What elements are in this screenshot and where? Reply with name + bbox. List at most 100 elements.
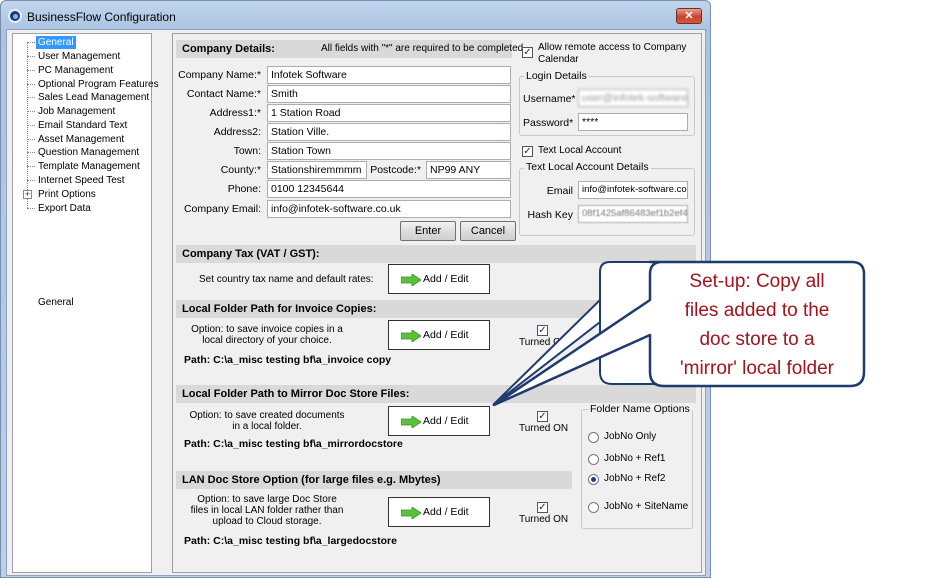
configuration-window: BusinessFlow Configuration ✕ General Use…: [0, 0, 711, 578]
mirror-doc-store-description: Option: to save created documents in a l…: [189, 410, 345, 432]
company-tax-add-edit-label: Add / Edit: [423, 273, 469, 285]
mirror-doc-store-header: Local Folder Path to Mirror Doc Store Fi…: [176, 385, 696, 403]
town-field[interactable]: Station Town: [267, 142, 511, 160]
green-arrow-icon: [401, 507, 421, 519]
lan-doc-store-title: LAN Doc Store Option (for large files e.…: [182, 474, 441, 486]
login-details-title: Login Details: [524, 70, 589, 82]
company-name-field[interactable]: Infotek Software: [267, 66, 511, 84]
address1-label: Address1:*: [209, 107, 261, 119]
text-local-account-label: Text Local Account: [538, 145, 622, 156]
address2-field[interactable]: Station Ville.: [267, 123, 511, 141]
text-local-details-title: Text Local Account Details: [524, 161, 651, 173]
tree-connector: [27, 180, 35, 181]
tree-item-user-management[interactable]: User Management: [38, 50, 120, 63]
tree-connector: [27, 166, 35, 167]
tree-item-optional-program-features[interactable]: Optional Program Features: [38, 78, 159, 91]
county-field[interactable]: Stationshiremmmm: [267, 161, 367, 179]
folder-option-jobno-sitename-radio[interactable]: [588, 502, 599, 513]
phone-label: Phone:: [227, 183, 261, 195]
enter-button[interactable]: Enter: [400, 221, 456, 241]
tree-item-email-standard-text[interactable]: Email Standard Text: [38, 119, 127, 132]
title-bar[interactable]: BusinessFlow Configuration ✕: [1, 1, 710, 31]
tree-item-template-management[interactable]: Template Management: [38, 160, 140, 173]
tree-connector: [27, 208, 35, 209]
tree-item-general[interactable]: General: [36, 36, 76, 49]
tree-item-question-management[interactable]: Question Management: [38, 146, 139, 159]
username-field[interactable]: user@infotek-software: [578, 89, 688, 107]
tree-item-internet-speed-test[interactable]: Internet Speed Test: [38, 174, 125, 187]
hash-key-field[interactable]: 08f1425af86483ef1b2ef4: [578, 205, 688, 223]
tree-connector: [27, 97, 35, 98]
company-tax-description: Set country tax name and default rates:: [199, 274, 374, 285]
folder-option-jobno-ref1-label: JobNo + Ref1: [604, 453, 666, 464]
tree-connector: [27, 152, 35, 153]
contact-name-field[interactable]: Smith: [267, 85, 511, 103]
lan-doc-store-add-edit-label: Add / Edit: [423, 506, 469, 518]
expand-icon[interactable]: +: [23, 190, 32, 199]
green-arrow-icon: [401, 330, 421, 342]
folder-option-jobno-only-radio[interactable]: [588, 432, 599, 443]
mirror-doc-store-path: Path: C:\a_misc testing bf\a_mirrordocst…: [184, 438, 403, 450]
invoice-copies-turned-on-checkbox[interactable]: ✓: [537, 325, 548, 336]
phone-field[interactable]: 0100 12345644: [267, 180, 511, 198]
lan-doc-store-header: LAN Doc Store Option (for large files e.…: [176, 471, 572, 489]
lan-doc-store-path: Path: C:\a_misc testing bf\a_largedocsto…: [184, 535, 397, 547]
lan-doc-store-turned-on-checkbox[interactable]: ✓: [537, 502, 548, 513]
mirror-doc-store-add-edit-button[interactable]: Add / Edit: [388, 406, 490, 436]
password-label: Password*: [523, 117, 574, 129]
company-tax-header: Company Tax (VAT / GST):: [176, 245, 696, 263]
folder-option-jobno-ref2-label: JobNo + Ref2: [604, 473, 666, 484]
company-tax-add-edit-button[interactable]: Add / Edit: [388, 264, 490, 294]
folder-option-jobno-ref2-radio[interactable]: [588, 474, 599, 485]
text-local-email-field[interactable]: info@infotek-software.co.uk: [578, 181, 688, 199]
tree-item-export-data[interactable]: Export Data: [38, 202, 91, 215]
tree-item-job-management[interactable]: Job Management: [38, 105, 115, 118]
window-client-area: General User Management PC Management Op…: [6, 29, 706, 576]
folder-option-jobno-sitename-label: JobNo + SiteName: [604, 501, 689, 512]
app-logo-icon: [8, 9, 22, 23]
callout-line-1: Set-up: Copy all: [689, 271, 825, 292]
username-label: Username*: [523, 93, 576, 105]
mirror-doc-store-turned-on-checkbox[interactable]: ✓: [537, 411, 548, 422]
green-arrow-icon: [401, 416, 421, 428]
address1-field[interactable]: 1 Station Road: [267, 104, 511, 122]
mirror-doc-store-turned-on-label: Turned ON: [519, 423, 569, 434]
callout-line-4: 'mirror' local folder: [679, 358, 834, 379]
tree-connector: [27, 125, 35, 126]
green-arrow-icon: [401, 274, 421, 286]
folder-option-jobno-ref1-radio[interactable]: [588, 454, 599, 465]
tree-connector: [27, 70, 35, 71]
lan-doc-store-turned-on-label: Turned ON: [519, 514, 569, 525]
company-tax-title: Company Tax (VAT / GST):: [182, 248, 320, 260]
allow-remote-access-checkbox[interactable]: ✓: [522, 47, 533, 58]
tree-item-sales-lead-management[interactable]: Sales Lead Management: [38, 91, 149, 104]
tree-item-print-options[interactable]: Print Options: [38, 188, 96, 201]
invoice-copies-add-edit-button[interactable]: Add / Edit: [388, 320, 490, 350]
tree-connector: [27, 56, 35, 57]
company-email-field[interactable]: info@infotek-software.co.uk: [267, 200, 511, 218]
invoice-copies-add-edit-label: Add / Edit: [423, 329, 469, 341]
cancel-button[interactable]: Cancel: [460, 221, 516, 241]
tree-connector: [27, 42, 35, 43]
close-button[interactable]: ✕: [676, 8, 702, 24]
invoice-copies-header: Local Folder Path for Invoice Copies:: [176, 300, 696, 318]
tree-item-pc-management[interactable]: PC Management: [38, 64, 113, 77]
invoice-copies-description: Option: to save invoice copies in a loca…: [191, 324, 343, 346]
postcode-field[interactable]: NP99 ANY: [426, 161, 511, 179]
company-details-title: Company Details:: [182, 43, 275, 55]
required-fields-note: All fields with "*" are required to be c…: [321, 43, 524, 54]
folder-name-options-title: Folder Name Options: [588, 403, 692, 415]
postcode-label: Postcode:*: [370, 164, 421, 176]
allow-remote-access-label: Allow remote access to Company Calendar: [538, 42, 687, 65]
folder-option-jobno-only-label: JobNo Only: [604, 431, 657, 442]
county-label: County:*: [220, 164, 261, 176]
lan-doc-store-add-edit-button[interactable]: Add / Edit: [388, 497, 490, 527]
mirror-doc-store-title: Local Folder Path to Mirror Doc Store Fi…: [182, 388, 410, 400]
text-local-account-checkbox[interactable]: ✓: [522, 146, 533, 157]
tree-connector: [27, 84, 35, 85]
text-local-email-label: Email: [546, 185, 573, 197]
tree-item-asset-management[interactable]: Asset Management: [38, 133, 124, 146]
password-field[interactable]: ****: [578, 113, 688, 131]
callout-line-2: files added to the: [684, 300, 830, 321]
invoice-copies-path: Path: C:\a_misc testing bf\a_invoice cop…: [184, 354, 392, 366]
